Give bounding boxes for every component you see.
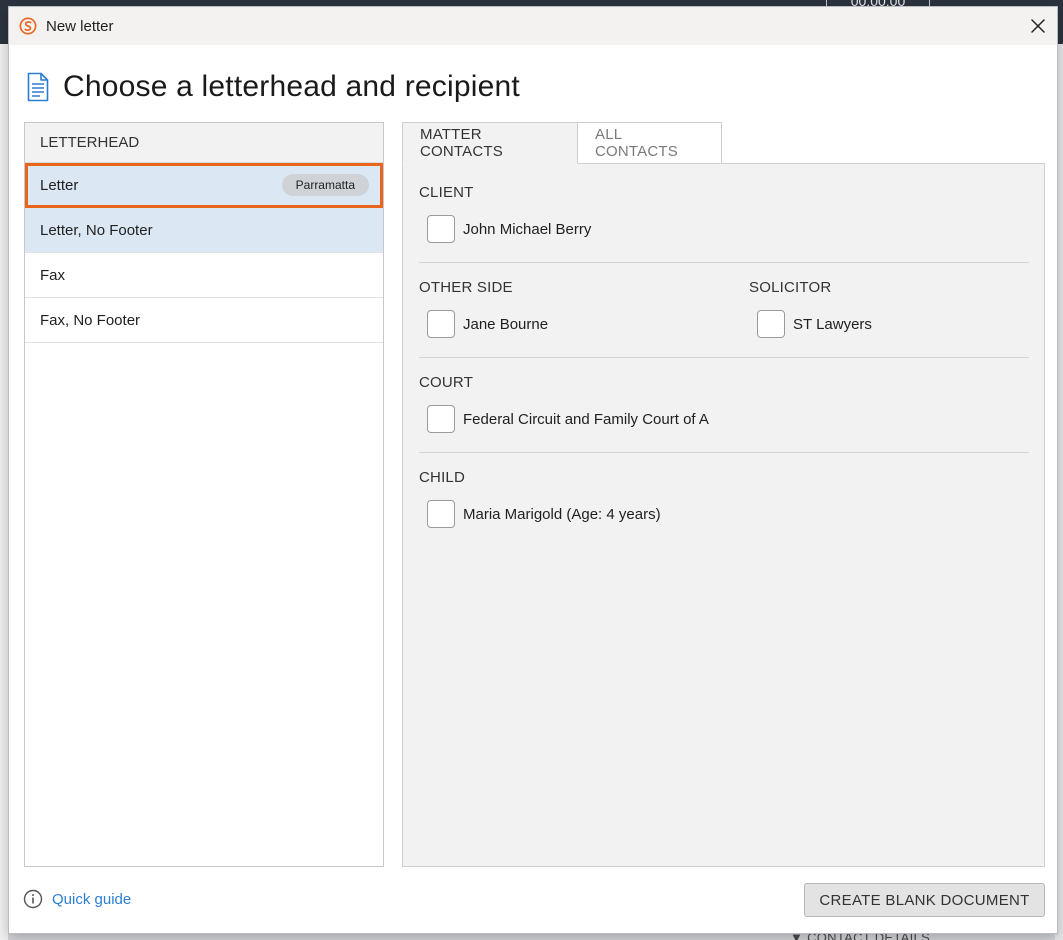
letterhead-item-label: Letter xyxy=(40,176,79,194)
section-label-solicitor: SOLICITOR xyxy=(749,279,832,296)
court-section: COURT Federal Circuit and Family Court o… xyxy=(419,374,709,433)
matter-contacts-panel: CLIENT John Michael Berry OTHER SIDE Jan… xyxy=(402,163,1045,867)
divider xyxy=(419,262,1029,263)
letterhead-header: LETTERHEAD xyxy=(25,123,383,163)
child-section: CHILD Maria Marigold (Age: 4 years) xyxy=(419,469,661,528)
contact-row-solicitor: ST Lawyers xyxy=(749,310,872,338)
quick-guide-link[interactable]: Quick guide xyxy=(23,889,131,909)
contact-row-child: Maria Marigold (Age: 4 years) xyxy=(419,500,661,528)
tab-all-contacts[interactable]: ALL CONTACTS xyxy=(578,122,722,164)
client-checkbox[interactable] xyxy=(427,215,455,243)
divider xyxy=(419,452,1029,453)
contact-row-client: John Michael Berry xyxy=(419,215,591,243)
other-side-section: OTHER SIDE Jane Bourne xyxy=(419,279,548,338)
contact-name: Jane Bourne xyxy=(463,315,549,333)
solicitor-section: SOLICITOR ST Lawyers xyxy=(749,279,872,338)
location-badge: Parramatta xyxy=(281,174,369,196)
create-blank-document-button[interactable]: CREATE BLANK DOCUMENT xyxy=(804,883,1045,917)
page-title: Choose a letterhead and recipient xyxy=(63,70,520,103)
other-side-checkbox[interactable] xyxy=(427,310,455,338)
letterhead-item-label: Letter, No Footer xyxy=(40,221,153,239)
client-section: CLIENT John Michael Berry xyxy=(419,184,591,243)
contact-name: ST Lawyers xyxy=(793,315,872,333)
section-label-other-side: OTHER SIDE xyxy=(419,279,513,296)
section-label-client: CLIENT xyxy=(419,184,474,201)
letterhead-item-label: Fax xyxy=(40,266,66,284)
contact-name: Maria Marigold (Age: 4 years) xyxy=(463,505,661,523)
letterhead-item-letter[interactable]: Letter Parramatta xyxy=(25,163,383,208)
contact-name: Federal Circuit and Family Court of A xyxy=(463,410,709,428)
tab-matter-contacts[interactable]: MATTER CONTACTS xyxy=(402,122,578,164)
document-icon xyxy=(27,72,49,102)
section-label-child: CHILD xyxy=(419,469,466,486)
contact-row-court: Federal Circuit and Family Court of A xyxy=(419,405,709,433)
court-checkbox[interactable] xyxy=(427,405,455,433)
letterhead-item-fax-no-footer[interactable]: Fax, No Footer xyxy=(25,298,383,343)
contact-row-other-side: Jane Bourne xyxy=(419,310,548,338)
info-icon xyxy=(23,889,43,909)
letterhead-item-letter-no-footer[interactable]: Letter, No Footer xyxy=(25,208,383,253)
dialog-titlebar: New letter xyxy=(9,7,1057,45)
letterhead-item-fax[interactable]: Fax xyxy=(25,253,383,298)
contact-name: John Michael Berry xyxy=(463,220,592,238)
new-letter-dialog: New letter Choose a letterhead and recip… xyxy=(8,6,1058,934)
section-label-court: COURT xyxy=(419,374,474,391)
dialog-title: New letter xyxy=(46,17,114,35)
background-left-strip xyxy=(0,44,8,940)
quick-guide-label: Quick guide xyxy=(52,890,132,908)
letterhead-panel: LETTERHEAD Letter Parramatta Letter, No … xyxy=(24,122,384,867)
page-heading: Choose a letterhead and recipient xyxy=(27,69,520,105)
close-button[interactable] xyxy=(1027,15,1049,37)
close-icon xyxy=(1031,19,1045,33)
letterhead-item-label: Fax, No Footer xyxy=(40,311,141,329)
child-checkbox[interactable] xyxy=(427,500,455,528)
divider xyxy=(419,357,1029,358)
solicitor-checkbox[interactable] xyxy=(757,310,785,338)
app-logo-icon xyxy=(19,17,37,35)
contact-tabs: MATTER CONTACTS ALL CONTACTS xyxy=(402,122,722,164)
